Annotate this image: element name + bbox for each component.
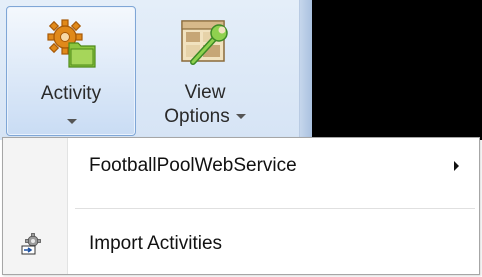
chevron-down-icon	[235, 114, 246, 120]
submenu-arrow-icon	[454, 161, 459, 171]
import-activities-icon	[21, 233, 41, 255]
ribbon: Activity View Options	[0, 0, 482, 140]
menu-item-footballpoolwebservice[interactable]: FootballPoolWebService	[3, 138, 479, 194]
activity-gear-folder-icon	[47, 19, 96, 68]
background-black-area	[312, 0, 482, 140]
activity-button[interactable]: Activity	[6, 6, 136, 136]
view-label: View	[184, 82, 226, 103]
chevron-down-icon	[67, 119, 77, 124]
menu-item-label: Import Activities	[89, 233, 223, 254]
view-options-wrench-icon	[181, 20, 228, 65]
view-options-button[interactable]: View Options	[140, 6, 270, 136]
options-label: Options	[140, 106, 270, 128]
menu-item-import-activities[interactable]: Import Activities	[3, 216, 479, 272]
ribbon-group-edge	[300, 0, 312, 140]
ribbon-group: Activity View Options	[0, 0, 300, 140]
menu-item-label: FootballPoolWebService	[89, 155, 297, 176]
options-text: Options	[164, 106, 230, 127]
activity-label: Activity	[40, 83, 102, 104]
activity-dropdown-menu: FootballPoolWebService Import Activities	[2, 137, 480, 275]
menu-separator	[75, 208, 475, 210]
